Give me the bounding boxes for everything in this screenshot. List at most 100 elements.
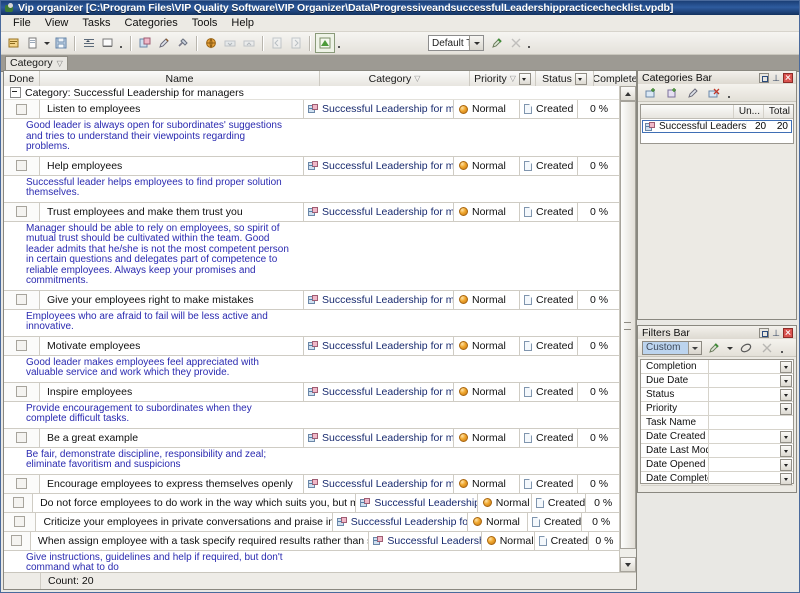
- column-header-done[interactable]: Done: [4, 71, 40, 86]
- task-complete-cell[interactable]: 0 %: [578, 429, 620, 447]
- filter-row[interactable]: Due Date: [641, 374, 793, 388]
- menu-item-tasks[interactable]: Tasks: [75, 15, 117, 31]
- task-note-row[interactable]: Successful leader helps employees to fin…: [4, 175, 620, 203]
- done-checkbox[interactable]: [12, 497, 24, 508]
- task-category-cell[interactable]: Successful Leadership for managers: [304, 202, 454, 221]
- done-cell[interactable]: [4, 100, 40, 118]
- menu-item-file[interactable]: File: [6, 15, 38, 31]
- done-cell[interactable]: [4, 512, 37, 531]
- filter-dropdown-icon[interactable]: [780, 374, 792, 387]
- menu-item-view[interactable]: View: [38, 15, 76, 31]
- next-task-icon[interactable]: [287, 34, 305, 52]
- done-checkbox[interactable]: [11, 535, 23, 546]
- outdent-icon[interactable]: [99, 34, 117, 52]
- filters-bar-pin-icon[interactable]: ⊥: [771, 328, 781, 338]
- filters-bar-overflow-icon[interactable]: [779, 341, 787, 355]
- filter-row[interactable]: Task Name: [641, 416, 793, 430]
- task-name-cell[interactable]: Criticize your employees in private conv…: [36, 512, 333, 531]
- scroll-down-arrow-icon[interactable]: [620, 557, 636, 572]
- filter-field-value[interactable]: [709, 360, 780, 373]
- task-template-combo[interactable]: Default Task: [428, 35, 484, 51]
- previous-task-icon[interactable]: [268, 34, 286, 52]
- add-category-icon[interactable]: [642, 84, 660, 102]
- apply-filter-icon[interactable]: [705, 339, 723, 357]
- expand-all-icon[interactable]: [240, 34, 258, 52]
- filters-bar-close-button[interactable]: [783, 327, 793, 338]
- indent-icon[interactable]: [80, 34, 98, 52]
- task-note-row[interactable]: Be fair, demonstrate discipline, respons…: [4, 447, 620, 475]
- collapse-all-icon[interactable]: [221, 34, 239, 52]
- categories-bar-close-button[interactable]: [783, 72, 793, 83]
- toolbar-overflow-icon-2[interactable]: [336, 36, 344, 50]
- done-checkbox[interactable]: [16, 160, 27, 171]
- task-name-cell[interactable]: When assign employee with a task specify…: [31, 531, 370, 550]
- done-checkbox[interactable]: [16, 206, 27, 217]
- open-file-dropdown-icon[interactable]: [43, 36, 51, 50]
- categories-col-total[interactable]: Total: [763, 105, 793, 118]
- delete-category-icon[interactable]: [705, 84, 723, 102]
- task-note-row[interactable]: Good leader is always open for subordina…: [4, 119, 620, 157]
- task-category-cell[interactable]: Successful Leadership for managers: [304, 336, 454, 355]
- table-row[interactable]: Criticize your employees in private conv…: [4, 512, 620, 532]
- menu-item-tools[interactable]: Tools: [185, 15, 225, 31]
- done-checkbox[interactable]: [16, 386, 27, 397]
- done-checkbox[interactable]: [14, 516, 26, 527]
- clear-filter-icon[interactable]: [737, 339, 755, 357]
- filter-row[interactable]: Date Last Modifie: [641, 444, 793, 458]
- grid-vertical-scrollbar[interactable]: [619, 86, 636, 572]
- done-checkbox[interactable]: [16, 432, 27, 443]
- filter-row[interactable]: Completion: [641, 360, 793, 374]
- task-category-cell[interactable]: Successful Leadership for managers: [369, 531, 482, 550]
- filter-dropdown-icon[interactable]: [780, 430, 792, 443]
- task-priority-cell[interactable]: Normal: [454, 100, 520, 118]
- filter-dropdown-icon[interactable]: [780, 458, 792, 471]
- task-status-cell[interactable]: Created: [528, 512, 583, 531]
- filter-field-value[interactable]: [709, 444, 780, 457]
- task-note-row[interactable]: Manager should be able to rely on employ…: [4, 221, 620, 291]
- table-row[interactable]: Do not force employees to do work in the…: [4, 493, 620, 513]
- new-task-icon[interactable]: [5, 34, 23, 52]
- done-checkbox[interactable]: [16, 103, 27, 115]
- task-category-cell[interactable]: Successful Leadership for managers: [304, 100, 454, 118]
- task-priority-cell[interactable]: Normal: [454, 336, 520, 355]
- menu-item-categories[interactable]: Categories: [118, 15, 185, 31]
- new-category-icon[interactable]: [136, 34, 154, 52]
- globe-icon[interactable]: [202, 34, 220, 52]
- table-row[interactable]: Be a great example Successful Leadership …: [4, 428, 620, 448]
- done-cell[interactable]: [4, 531, 31, 550]
- task-priority-cell[interactable]: Normal: [454, 290, 520, 309]
- task-status-cell[interactable]: Created: [520, 382, 578, 401]
- task-complete-cell[interactable]: 0 %: [578, 291, 620, 309]
- filter-field-value[interactable]: [709, 374, 780, 387]
- column-header-priority[interactable]: Priority ▽: [470, 71, 536, 86]
- task-priority-cell[interactable]: Normal: [454, 202, 520, 221]
- filter-field-value[interactable]: [709, 402, 780, 415]
- task-complete-cell[interactable]: 0 %: [578, 337, 620, 355]
- task-status-cell[interactable]: Created: [532, 493, 587, 512]
- task-complete-cell[interactable]: 0 %: [589, 532, 620, 550]
- categories-bar-restore-button[interactable]: [759, 72, 769, 83]
- apply-filter-dropdown-icon[interactable]: [726, 341, 734, 355]
- filter-dropdown-icon[interactable]: [780, 472, 792, 485]
- task-category-cell[interactable]: Successful Leadership for managers: [333, 512, 469, 531]
- task-name-cell[interactable]: Help employees: [40, 156, 304, 175]
- task-name-cell[interactable]: Do not force employees to do work in the…: [33, 493, 357, 512]
- task-priority-cell[interactable]: Normal: [454, 428, 520, 447]
- done-cell[interactable]: [4, 202, 40, 221]
- add-subcategory-icon[interactable]: [663, 84, 681, 102]
- filter-dropdown-icon[interactable]: [780, 402, 792, 415]
- group-by-chip-category[interactable]: Category ▽: [5, 55, 68, 71]
- task-template-dropdown-icon[interactable]: [469, 36, 483, 50]
- task-status-cell[interactable]: Created: [520, 474, 578, 493]
- report-icon[interactable]: [315, 33, 335, 53]
- group-collapse-icon[interactable]: [10, 87, 21, 98]
- task-name-cell[interactable]: Be a great example: [40, 428, 304, 447]
- task-status-cell[interactable]: Created: [520, 156, 578, 175]
- filter-row[interactable]: Priority: [641, 402, 793, 416]
- done-cell[interactable]: [4, 428, 40, 447]
- table-row[interactable]: Give your employees right to make mistak…: [4, 290, 620, 310]
- table-row[interactable]: When assign employee with a task specify…: [4, 531, 620, 551]
- task-note-row[interactable]: Good leader makes employees feel appreci…: [4, 355, 620, 383]
- task-status-cell[interactable]: Created: [520, 336, 578, 355]
- column-header-status[interactable]: Status: [536, 71, 594, 86]
